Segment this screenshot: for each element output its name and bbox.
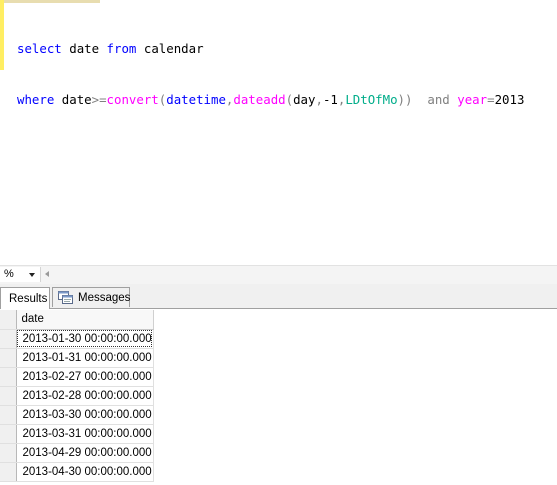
- number-minus-one: -1: [322, 92, 338, 107]
- function-convert: convert: [106, 92, 159, 107]
- table-row[interactable]: 2013-02-27 00:00:00.000: [0, 367, 154, 387]
- row-header[interactable]: [0, 348, 17, 368]
- operator-and: and: [427, 92, 450, 107]
- scroll-left-icon[interactable]: [45, 271, 49, 277]
- corner-cell[interactable]: [0, 310, 17, 330]
- grid-cell[interactable]: 2013-02-28 00:00:00.000: [16, 386, 154, 406]
- keyword-select: select: [17, 41, 62, 56]
- identifier-calendar: calendar: [143, 41, 204, 56]
- keyword-datetime: datetime: [166, 92, 226, 107]
- table-row[interactable]: 2013-03-30 00:00:00.000: [0, 405, 154, 425]
- table-row[interactable]: 2013-02-28 00:00:00.000: [0, 386, 154, 406]
- zoom-value: %: [4, 268, 14, 280]
- tab-messages-label: Messages: [78, 292, 131, 304]
- column-ldtofmo: LDtOfMo: [345, 92, 398, 107]
- table-row[interactable]: 2013-04-30 00:00:00.000: [0, 462, 154, 482]
- row-header[interactable]: [0, 405, 17, 425]
- zoom-dropdown[interactable]: %: [0, 267, 41, 282]
- table-row[interactable]: 2013-01-31 00:00:00.000: [0, 348, 154, 368]
- identifier-date: date: [61, 92, 92, 107]
- row-header[interactable]: [0, 462, 17, 482]
- identifier-date: date: [69, 41, 100, 56]
- grid-cell[interactable]: 2013-04-30 00:00:00.000: [16, 462, 154, 482]
- header-row: date: [0, 310, 154, 330]
- function-year: year: [457, 92, 488, 107]
- results-grid[interactable]: date 2013-01-30 00:00:00.000 2013-01-31 …: [0, 310, 557, 485]
- editor-tab-strip: [0, 0, 100, 3]
- identifier-day: day: [293, 92, 316, 107]
- query-editor[interactable]: select date from calendar where date>=co…: [0, 0, 557, 265]
- results-table: date 2013-01-30 00:00:00.000 2013-01-31 …: [0, 310, 154, 482]
- grid-cell[interactable]: 2013-03-31 00:00:00.000: [16, 424, 154, 444]
- table-row[interactable]: 2013-01-30 00:00:00.000: [0, 329, 154, 349]
- messages-icon: [58, 291, 73, 304]
- sql-code[interactable]: select date from calendar where date>=co…: [17, 6, 524, 142]
- grid-cell[interactable]: 2013-02-27 00:00:00.000: [16, 367, 154, 387]
- keyword-from: from: [106, 41, 137, 56]
- row-header[interactable]: [0, 443, 17, 463]
- grid-cell[interactable]: 2013-01-30 00:00:00.000: [16, 329, 154, 349]
- operator-ge: >=: [91, 92, 107, 107]
- change-indicator-bar: [0, 0, 4, 70]
- zoom-bar: %: [0, 265, 557, 284]
- grid-cell[interactable]: 2013-04-29 00:00:00.000: [16, 443, 154, 463]
- results-tabstrip: Results Messages: [0, 284, 557, 309]
- row-header[interactable]: [0, 329, 17, 349]
- tab-results-label: Results: [9, 293, 48, 305]
- row-header[interactable]: [0, 424, 17, 444]
- column-header-date[interactable]: date: [16, 310, 154, 330]
- grid-cell[interactable]: 2013-03-30 00:00:00.000: [16, 405, 154, 425]
- number-year: 2013: [494, 92, 525, 107]
- grid-cell[interactable]: 2013-01-31 00:00:00.000: [16, 348, 154, 368]
- paren: )): [397, 92, 413, 107]
- row-header[interactable]: [0, 386, 17, 406]
- table-row[interactable]: 2013-04-29 00:00:00.000: [0, 443, 154, 463]
- paren: (: [285, 92, 294, 107]
- chevron-down-icon[interactable]: [29, 273, 35, 277]
- row-header[interactable]: [0, 367, 17, 387]
- table-row[interactable]: 2013-03-31 00:00:00.000: [0, 424, 154, 444]
- operator-eq: =: [487, 92, 495, 107]
- comma: ,: [315, 92, 323, 107]
- keyword-where: where: [17, 92, 55, 107]
- code-line-1: select date from calendar: [17, 40, 524, 57]
- tab-results[interactable]: Results: [0, 287, 50, 309]
- function-dateadd: dateadd: [233, 92, 286, 107]
- tab-messages[interactable]: Messages: [52, 287, 130, 307]
- code-line-2: where date>=convert(datetime,dateadd(day…: [17, 91, 524, 108]
